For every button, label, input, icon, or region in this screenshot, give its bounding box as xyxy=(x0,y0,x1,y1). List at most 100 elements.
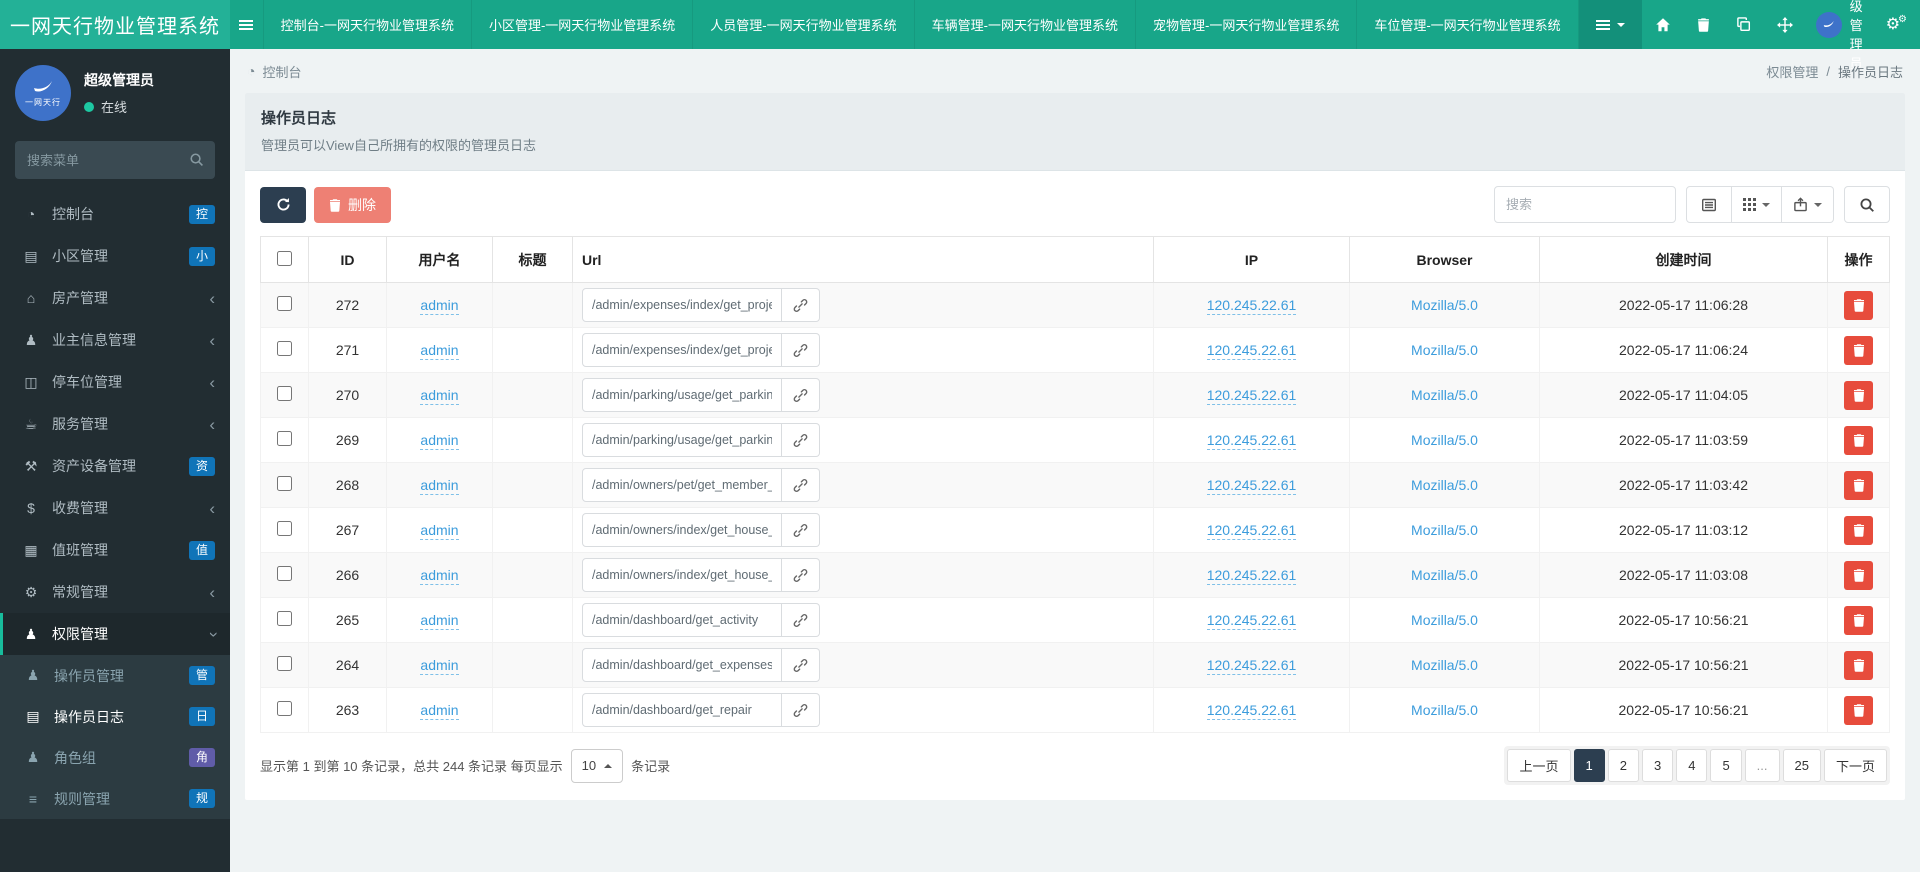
username-link[interactable]: admin xyxy=(420,567,459,585)
ip-link[interactable]: 120.245.22.61 xyxy=(1206,432,1297,450)
row-delete-button[interactable] xyxy=(1844,290,1873,320)
export-button[interactable] xyxy=(1782,186,1834,223)
col-header-url[interactable]: Url xyxy=(572,236,1154,283)
username-link[interactable]: admin xyxy=(420,432,459,450)
url-input[interactable] xyxy=(582,333,782,367)
browser-link[interactable]: Mozilla/5.0 xyxy=(1411,477,1478,493)
row-delete-button[interactable] xyxy=(1844,650,1873,680)
row-delete-button[interactable] xyxy=(1844,335,1873,365)
url-link-button[interactable] xyxy=(782,468,820,502)
home-button[interactable] xyxy=(1642,0,1684,49)
page-button[interactable]: 下一页 xyxy=(1823,749,1887,782)
breadcrumb-parent[interactable]: 权限管理 xyxy=(1766,62,1818,81)
col-header-title[interactable]: 标题 xyxy=(492,236,573,283)
url-link-button[interactable] xyxy=(782,333,820,367)
col-header-created[interactable]: 创建时间 xyxy=(1539,236,1828,283)
username-link[interactable]: admin xyxy=(420,612,459,630)
ip-link[interactable]: 120.245.22.61 xyxy=(1206,612,1297,630)
page-button[interactable]: 5 xyxy=(1710,749,1742,782)
url-input[interactable] xyxy=(582,288,782,322)
sidebar-toggle-button[interactable] xyxy=(230,0,263,49)
url-link-button[interactable] xyxy=(782,603,820,637)
username-link[interactable]: admin xyxy=(420,297,459,315)
col-header-username[interactable]: 用户名 xyxy=(386,236,493,283)
url-input[interactable] xyxy=(582,558,782,592)
url-link-button[interactable] xyxy=(782,648,820,682)
topbar-tab[interactable]: 车位管理-一网天行物业管理系统 xyxy=(1356,0,1579,49)
row-delete-button[interactable] xyxy=(1844,560,1873,590)
ip-link[interactable]: 120.245.22.61 xyxy=(1206,297,1297,315)
sidebar-item[interactable]: $ 收费管理 ‹ xyxy=(0,487,230,529)
browser-link[interactable]: Mozilla/5.0 xyxy=(1411,297,1478,313)
url-input[interactable] xyxy=(582,513,782,547)
sidebar-item[interactable]: ⚒ 资产设备管理 资 xyxy=(0,445,230,487)
browser-link[interactable]: Mozilla/5.0 xyxy=(1411,657,1478,673)
delete-button[interactable]: 删除 xyxy=(314,186,391,223)
sidebar-subitem[interactable]: ≡ 规则管理 规 xyxy=(0,778,230,819)
url-input[interactable] xyxy=(582,378,782,412)
page-button[interactable]: ... xyxy=(1744,749,1780,782)
username-link[interactable]: admin xyxy=(420,657,459,675)
tabs-menu-dropdown-button[interactable] xyxy=(1578,0,1642,49)
row-checkbox[interactable] xyxy=(277,296,292,311)
row-checkbox[interactable] xyxy=(277,341,292,356)
username-link[interactable]: admin xyxy=(420,342,459,360)
col-header-id[interactable]: ID xyxy=(308,236,387,283)
settings-button[interactable]: ⚙ ⚙ xyxy=(1873,0,1920,49)
select-all-checkbox[interactable] xyxy=(277,250,292,266)
browser-link[interactable]: Mozilla/5.0 xyxy=(1411,612,1478,628)
page-button[interactable]: 1 xyxy=(1573,749,1605,782)
sidebar-item[interactable]: ⚙ 常规管理 ‹ xyxy=(0,571,230,613)
url-link-button[interactable] xyxy=(782,288,820,322)
page-button[interactable]: 25 xyxy=(1782,749,1821,782)
row-delete-button[interactable] xyxy=(1844,695,1873,725)
sidebar-item[interactable]: ◔ 控制台 控 xyxy=(0,193,230,235)
ip-link[interactable]: 120.245.22.61 xyxy=(1206,342,1297,360)
page-button[interactable]: 上一页 xyxy=(1507,749,1571,782)
page-size-select[interactable]: 10 xyxy=(570,748,624,783)
clear-trash-button[interactable] xyxy=(1684,0,1723,49)
ip-link[interactable]: 120.245.22.61 xyxy=(1206,387,1297,405)
url-link-button[interactable] xyxy=(782,378,820,412)
copy-button[interactable] xyxy=(1723,0,1764,49)
topbar-tab[interactable]: 人员管理-一网天行物业管理系统 xyxy=(692,0,913,49)
col-header-ip[interactable]: IP xyxy=(1153,236,1350,283)
sidebar-item[interactable]: ♟ 权限管理 ‹ xyxy=(0,613,230,655)
browser-link[interactable]: Mozilla/5.0 xyxy=(1411,702,1478,718)
row-checkbox[interactable] xyxy=(277,611,292,626)
topbar-tab[interactable]: 宠物管理-一网天行物业管理系统 xyxy=(1134,0,1356,49)
url-link-button[interactable] xyxy=(782,513,820,547)
url-input[interactable] xyxy=(582,423,782,457)
sidebar-item[interactable]: ⌂ 房产管理 ‹ xyxy=(0,277,230,319)
breadcrumb-left[interactable]: 控制台 xyxy=(262,62,301,81)
columns-button[interactable] xyxy=(1732,186,1782,223)
table-search-input[interactable] xyxy=(1494,186,1676,223)
browser-link[interactable]: Mozilla/5.0 xyxy=(1411,387,1478,403)
detail-view-button[interactable] xyxy=(1686,186,1732,223)
browser-link[interactable]: Mozilla/5.0 xyxy=(1411,567,1478,583)
search-toggle-button[interactable] xyxy=(1844,186,1890,223)
url-input[interactable] xyxy=(582,603,782,637)
page-button[interactable]: 2 xyxy=(1607,749,1639,782)
ip-link[interactable]: 120.245.22.61 xyxy=(1206,522,1297,540)
ip-link[interactable]: 120.245.22.61 xyxy=(1206,567,1297,585)
topbar-tab[interactable]: 控制台-一网天行物业管理系统 xyxy=(262,0,471,49)
browser-link[interactable]: Mozilla/5.0 xyxy=(1411,522,1478,538)
row-delete-button[interactable] xyxy=(1844,470,1873,500)
url-link-button[interactable] xyxy=(782,558,820,592)
row-delete-button[interactable] xyxy=(1844,515,1873,545)
ip-link[interactable]: 120.245.22.61 xyxy=(1206,702,1297,720)
row-delete-button[interactable] xyxy=(1844,605,1873,635)
url-link-button[interactable] xyxy=(782,693,820,727)
row-checkbox[interactable] xyxy=(277,701,292,716)
ip-link[interactable]: 120.245.22.61 xyxy=(1206,657,1297,675)
sidebar-item[interactable]: ▦ 值班管理 值 xyxy=(0,529,230,571)
row-checkbox[interactable] xyxy=(277,431,292,446)
sidebar-item[interactable]: ♟ 业主信息管理 ‹ xyxy=(0,319,230,361)
fullscreen-button[interactable] xyxy=(1764,0,1806,49)
username-link[interactable]: admin xyxy=(420,702,459,720)
row-checkbox[interactable] xyxy=(277,386,292,401)
sidebar-subitem[interactable]: ▤ 操作员日志 日 xyxy=(0,696,230,737)
row-checkbox[interactable] xyxy=(277,656,292,671)
topbar-tab[interactable]: 车辆管理-一网天行物业管理系统 xyxy=(913,0,1135,49)
